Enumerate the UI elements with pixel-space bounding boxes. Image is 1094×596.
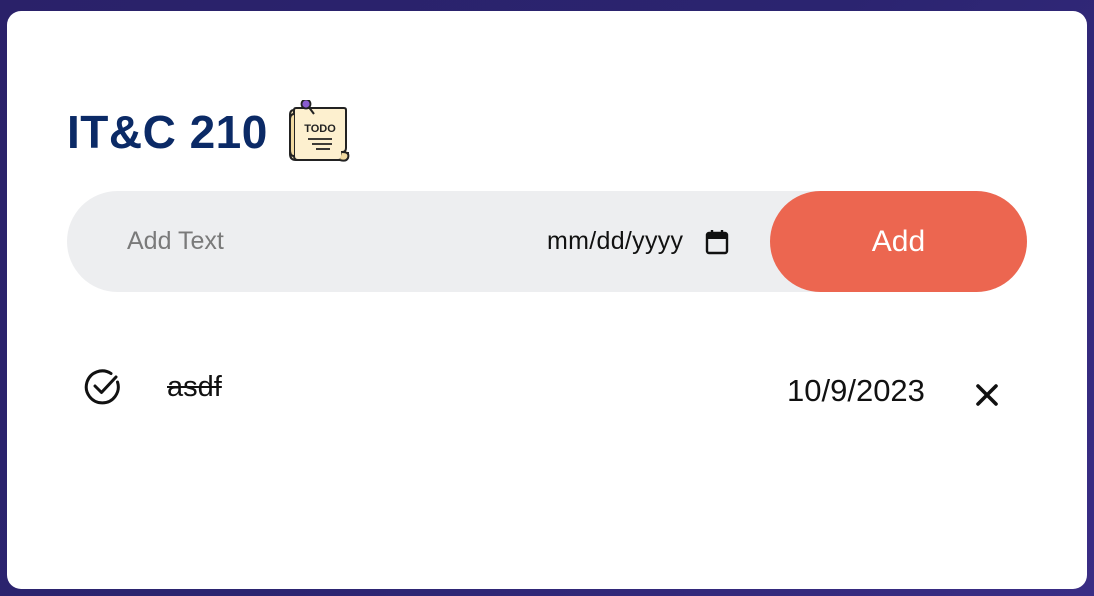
calendar-icon[interactable]: [705, 229, 729, 255]
todo-text-input[interactable]: [127, 191, 507, 292]
date-placeholder: mm/dd/yyyy: [547, 227, 684, 255]
date-input[interactable]: mm/dd/yyyy: [547, 191, 729, 292]
todo-date: 10/9/2023: [787, 373, 925, 408]
add-todo-form: mm/dd/yyyy Add: [67, 191, 1027, 292]
todo-list: asdf 10/9/2023: [67, 351, 1027, 431]
page-title: IT&C 210: [67, 106, 268, 158]
check-circle-icon[interactable]: [83, 367, 123, 407]
todo-text: asdf: [167, 371, 222, 403]
header: IT&C 210 TODO: [67, 99, 352, 165]
todo-card: IT&C 210 TODO mm/dd/yyyy: [7, 11, 1087, 589]
todo-note-icon: TODO: [288, 100, 350, 162]
add-button[interactable]: Add: [770, 191, 1027, 292]
close-icon[interactable]: [975, 383, 999, 407]
svg-text:TODO: TODO: [304, 123, 336, 135]
todo-item: asdf 10/9/2023: [67, 351, 1027, 431]
